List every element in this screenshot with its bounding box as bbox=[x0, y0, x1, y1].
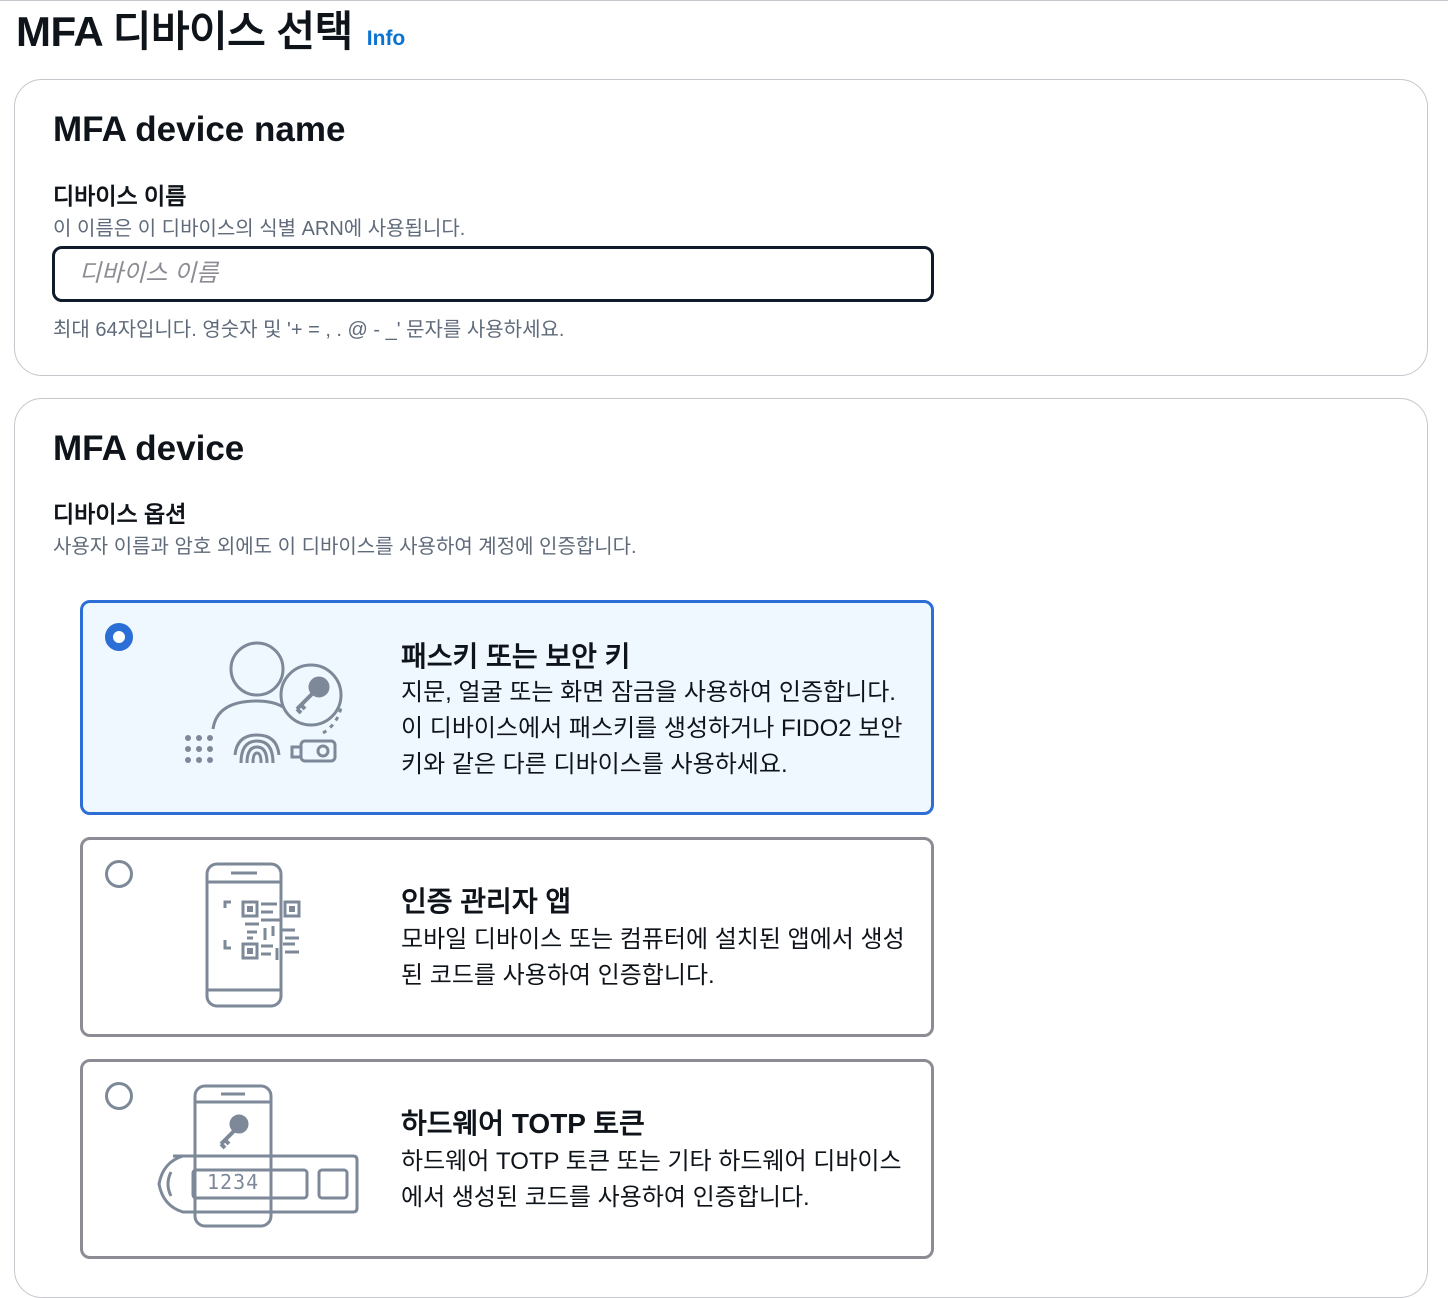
hardware-token-icon bbox=[157, 1084, 359, 1228]
option-hardware-token-description: 하드웨어 TOTP 토큰 또는 기타 하드웨어 디바이스에서 생성된 코드를 사… bbox=[401, 1148, 902, 1211]
token-display-digits: 1234 bbox=[207, 1170, 260, 1194]
device-name-input[interactable] bbox=[52, 246, 934, 302]
device-name-label: 디바이스 이름 bbox=[53, 183, 187, 209]
option-passkey-title: 패스키 또는 보안 키 bbox=[401, 641, 631, 672]
radio-hardware-token[interactable] bbox=[105, 1082, 133, 1110]
page-header: MFA 디바이스 선택 Info bbox=[16, 0, 405, 56]
option-hardware-token[interactable]: 1234 하드웨어 TOTP 토큰 하드웨어 TOTP 토큰 또는 기타 하드웨… bbox=[80, 1059, 934, 1259]
radio-authenticator-app[interactable] bbox=[105, 860, 133, 888]
info-link[interactable]: Info bbox=[367, 27, 405, 51]
device-name-description: 이 이름은 이 디바이스의 식별 ARN에 사용됩니다. bbox=[53, 218, 466, 240]
device-name-section-title: MFA device name bbox=[53, 110, 346, 149]
option-passkey[interactable]: 패스키 또는 보안 키 지문, 얼굴 또는 화면 잠금을 사용하여 인증합니다.… bbox=[80, 600, 934, 815]
option-authenticator-app-title: 인증 관리자 앱 bbox=[401, 886, 572, 917]
radio-passkey[interactable] bbox=[105, 623, 133, 651]
device-name-card: MFA device name 디바이스 이름 이 이름은 이 디바이스의 식별… bbox=[14, 79, 1428, 376]
device-name-constraint: 최대 64자입니다. 영숫자 및 '+ = , . @ - _' 문자를 사용하… bbox=[53, 319, 565, 341]
mfa-device-section-title: MFA device bbox=[53, 429, 245, 468]
option-passkey-description: 지문, 얼굴 또는 화면 잠금을 사용하여 인증합니다. 이 디바이스에서 패스… bbox=[401, 679, 903, 778]
mfa-device-card: MFA device 디바이스 옵션 사용자 이름과 암호 외에도 이 디바이스… bbox=[14, 398, 1428, 1298]
authenticator-app-icon bbox=[205, 862, 301, 1008]
option-hardware-token-title: 하드웨어 TOTP 토큰 bbox=[401, 1108, 645, 1139]
option-authenticator-app-description: 모바일 디바이스 또는 컴퓨터에 설치된 앱에서 생성된 코드를 사용하여 인증… bbox=[401, 926, 905, 989]
device-options-description: 사용자 이름과 암호 외에도 이 디바이스를 사용하여 계정에 인증합니다. bbox=[53, 536, 637, 558]
page-title: MFA 디바이스 선택 bbox=[16, 8, 353, 55]
device-options-label: 디바이스 옵션 bbox=[53, 501, 187, 527]
option-authenticator-app[interactable]: 인증 관리자 앱 모바일 디바이스 또는 컴퓨터에 설치된 앱에서 생성된 코드… bbox=[80, 837, 934, 1037]
passkey-icon bbox=[185, 641, 343, 764]
